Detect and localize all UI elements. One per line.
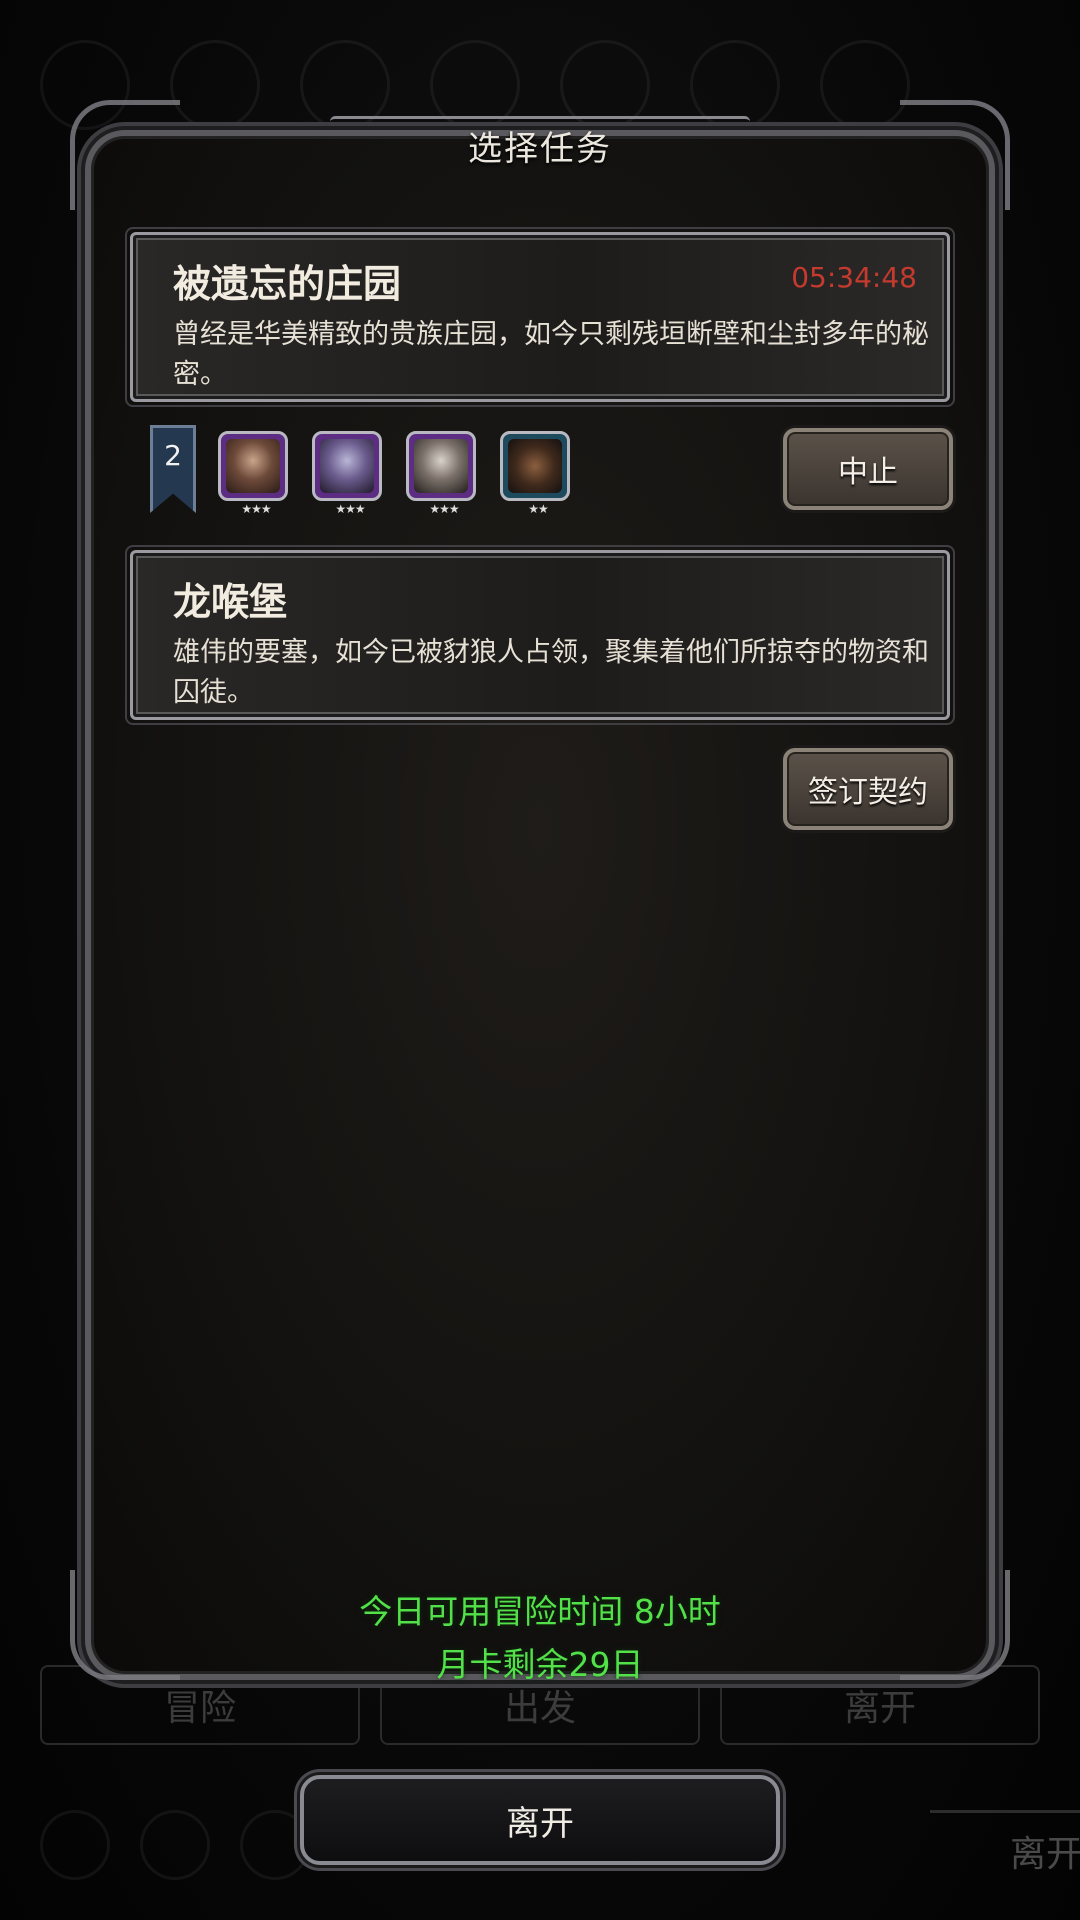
hero-stars: ★★★ bbox=[241, 502, 271, 516]
game-screen: 冒险 出发 离开 离开 选择任务 被遗忘的庄园 05:34:48 曾经是华美精致… bbox=[0, 0, 1080, 1920]
quest-name: 被遗忘的庄园 bbox=[173, 262, 402, 306]
adventure-time-status: 今日可用冒险时间 8小时 bbox=[359, 1592, 721, 1631]
quest-card-dragonmaw-keep[interactable]: 龙喉堡 雄伟的要塞，如今已被豺狼人占领，聚集着他们所掠夺的物资和囚徒。 bbox=[125, 545, 955, 725]
hero-portrait-2[interactable]: ★★★ bbox=[312, 431, 382, 516]
sign-contract-button[interactable]: 签订契约 bbox=[783, 748, 953, 830]
quest-description: 雄伟的要塞，如今已被豺狼人占领，聚集着他们所掠夺的物资和囚徒。 bbox=[173, 637, 929, 708]
dialog-title: 选择任务 bbox=[468, 128, 612, 169]
dialog-title-bar: 选择任务 bbox=[330, 110, 750, 180]
quest-timer: 05:34:48 bbox=[791, 261, 917, 294]
hero-portrait-icon bbox=[226, 439, 280, 493]
hero-stars: ★★ bbox=[528, 502, 549, 516]
background-icon bbox=[40, 1810, 110, 1880]
team-level: 2 bbox=[164, 439, 182, 472]
hero-portrait-4[interactable]: ★★ bbox=[500, 431, 570, 516]
hero-stars: ★★★ bbox=[429, 502, 459, 516]
background-leave-label: 离开 bbox=[930, 1810, 1080, 1880]
hero-portrait-3[interactable]: ★★★ bbox=[406, 431, 476, 516]
hero-portrait-icon bbox=[320, 439, 374, 493]
quest-name: 龙喉堡 bbox=[173, 580, 288, 624]
leave-button[interactable]: 离开 bbox=[300, 1775, 780, 1865]
hero-portrait-icon bbox=[414, 439, 468, 493]
background-icon bbox=[140, 1810, 210, 1880]
background-icon bbox=[170, 40, 260, 130]
background-bottom-icons bbox=[40, 1810, 310, 1880]
quest-card-forgotten-manor[interactable]: 被遗忘的庄园 05:34:48 曾经是华美精致的贵族庄园，如今只剩残垣断壁和尘封… bbox=[125, 227, 955, 407]
quest-description: 曾经是华美精致的贵族庄园，如今只剩残垣断壁和尘封多年的秘密。 bbox=[173, 319, 929, 390]
frame-ornament bbox=[900, 100, 1010, 210]
hero-portrait-1[interactable]: ★★★ bbox=[218, 431, 288, 516]
hero-stars: ★★★ bbox=[335, 502, 365, 516]
monthly-card-status: 月卡剩余29日 bbox=[436, 1645, 644, 1684]
abort-button[interactable]: 中止 bbox=[783, 428, 953, 510]
hero-portrait-icon bbox=[508, 439, 562, 493]
background-icon bbox=[820, 40, 910, 130]
frame-ornament bbox=[70, 100, 180, 210]
